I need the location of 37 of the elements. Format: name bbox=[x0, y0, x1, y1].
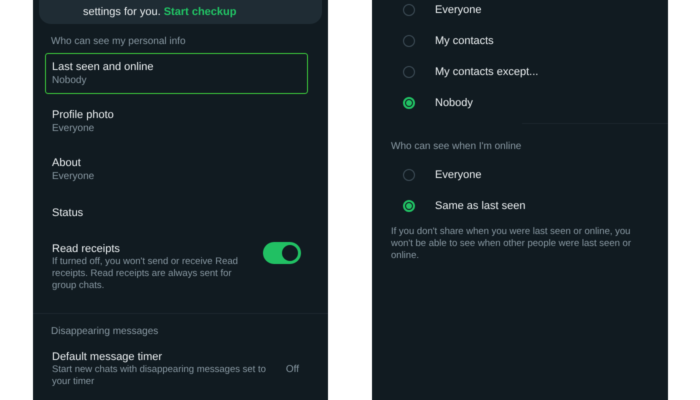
option-label[interactable]: Same as last seen bbox=[435, 200, 526, 212]
option-label[interactable]: Everyone bbox=[435, 168, 482, 180]
setting-item[interactable]: Last seen and online Nobody bbox=[45, 53, 308, 94]
item-title: Read receipts bbox=[52, 242, 121, 256]
radio-button[interactable] bbox=[403, 4, 415, 16]
start-checkup-link[interactable]: Start checkup bbox=[164, 6, 236, 18]
setting-item[interactable]: Status bbox=[45, 197, 308, 228]
toggle-switch[interactable] bbox=[263, 242, 301, 264]
section-header: Disappearing messages bbox=[51, 326, 160, 337]
item-value: Everyone bbox=[52, 170, 96, 183]
section-header: Who can see my personal info bbox=[51, 36, 187, 47]
radio-button[interactable] bbox=[403, 96, 415, 108]
info-note: If you don't share when you were last seen or online, you won't be able to see when other people were last seen or online. bbox=[391, 226, 632, 262]
item-title: Profile photo bbox=[52, 108, 115, 122]
setting-item[interactable]: Profile photo Everyone bbox=[45, 101, 308, 142]
option-label[interactable]: My contacts bbox=[435, 34, 494, 46]
option-label[interactable]: My contacts except... bbox=[435, 66, 538, 78]
setting-item[interactable]: About Everyone bbox=[45, 149, 308, 190]
radio-button[interactable] bbox=[403, 34, 415, 46]
item-value: Everyone bbox=[52, 122, 96, 135]
radio-button[interactable] bbox=[403, 200, 415, 212]
item-title: Status bbox=[52, 206, 84, 220]
item-title: Last seen and online bbox=[52, 60, 155, 74]
card-text: settings for you. Start checkup bbox=[83, 6, 236, 18]
setting-item[interactable]: Default message timer Start new chats with disappearing messages set to your timer Off bbox=[45, 343, 308, 395]
option-label[interactable]: Nobody bbox=[435, 96, 473, 108]
item-title: About bbox=[52, 156, 82, 170]
item-title: Default message timer bbox=[52, 350, 164, 364]
item-description: If turned off, you won't send or receive Read receipts. Read receipts are always sent for group chats. bbox=[52, 256, 239, 292]
item-description: Start new chats with disappearing messages set to your timer bbox=[52, 364, 267, 388]
item-value: Nobody bbox=[52, 74, 88, 87]
radio-button[interactable] bbox=[403, 66, 415, 78]
setting-item[interactable]: Read receipts If turned off, you won't send or receive Read receipts. Read receipts are always sent for group chats. bbox=[45, 235, 308, 299]
option-label[interactable]: Everyone bbox=[435, 4, 482, 16]
timer-value: Off bbox=[286, 364, 299, 374]
section-header: Who can see when I'm online bbox=[391, 141, 522, 152]
radio-button[interactable] bbox=[403, 168, 415, 180]
